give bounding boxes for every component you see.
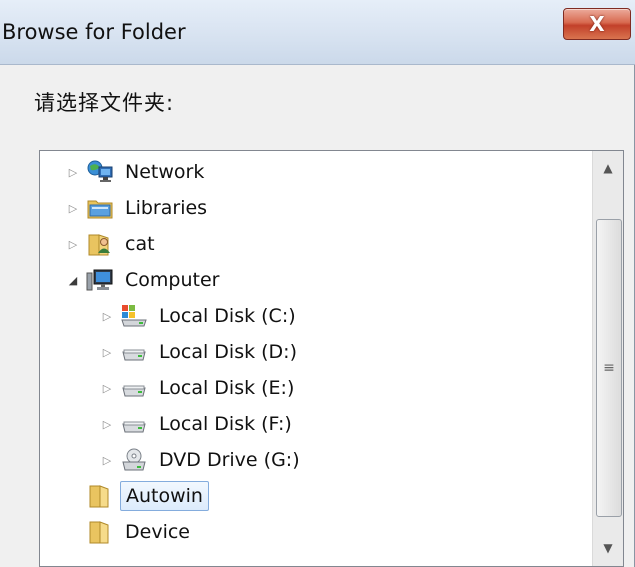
tree-item-label: Network [125, 161, 205, 183]
expand-arrow-icon[interactable]: ▷ [100, 381, 114, 395]
tree-item-device[interactable]: Device [86, 515, 195, 549]
tree-item-computer[interactable]: ◢ Computer [66, 263, 224, 297]
folder-icon [86, 519, 114, 545]
close-button[interactable]: X [563, 8, 631, 40]
scroll-down-arrow-icon[interactable]: ▼ [593, 533, 623, 563]
tree-item-cat[interactable]: ▷ cat [66, 227, 160, 261]
tree-item-label: Libraries [125, 197, 208, 219]
computer-icon [86, 267, 114, 293]
tree-item-dvd-g[interactable]: ▷ DVD Drive (G:) [100, 443, 305, 477]
dvd-drive-icon [120, 447, 148, 473]
tree-item-label: Local Disk (F:) [159, 413, 292, 435]
scrollbar-thumb[interactable]: ≡ [596, 219, 622, 517]
libraries-icon [86, 195, 114, 221]
folder-tree[interactable]: ▷ Network ▷ Libraries ▷ cat ◢ Computer ▷… [39, 150, 624, 567]
title-bar[interactable]: Browse for Folder X [0, 0, 635, 65]
tree-item-disk-e[interactable]: ▷ Local Disk (E:) [100, 371, 299, 405]
vertical-scrollbar[interactable]: ▲ ≡ ▼ [592, 151, 623, 566]
folder-icon [86, 483, 114, 509]
drive-icon [120, 339, 148, 365]
tree-item-label: Local Disk (E:) [159, 377, 295, 399]
tree-item-label: cat [125, 233, 155, 255]
tree-item-label: DVD Drive (G:) [159, 449, 300, 471]
tree-item-label: Computer [125, 269, 220, 291]
window-title: Browse for Folder [2, 20, 186, 44]
tree-item-label: Device [125, 521, 190, 543]
tree-item-disk-f[interactable]: ▷ Local Disk (F:) [100, 407, 297, 441]
tree-item-network[interactable]: ▷ Network [66, 155, 209, 189]
expand-arrow-icon[interactable]: ▷ [100, 309, 114, 323]
expand-arrow-icon[interactable]: ▷ [66, 165, 80, 179]
user-folder-icon [86, 231, 114, 257]
expand-arrow-icon[interactable]: ▷ [100, 453, 114, 467]
drive-icon [120, 411, 148, 437]
collapse-arrow-icon[interactable]: ◢ [66, 273, 80, 287]
tree-item-label: Autowin [120, 481, 209, 511]
expand-arrow-icon[interactable]: ▷ [66, 201, 80, 215]
scroll-grip-icon: ≡ [603, 360, 615, 376]
tree-item-autowin[interactable]: Autowin [86, 479, 209, 513]
drive-icon [120, 375, 148, 401]
system-drive-icon [120, 303, 148, 329]
dialog-body: 请选择文件夹: ▷ Network ▷ Libraries ▷ cat ◢ Co… [0, 65, 635, 567]
tree-item-disk-d[interactable]: ▷ Local Disk (D:) [100, 335, 302, 369]
network-icon [86, 159, 114, 185]
tree-item-libraries[interactable]: ▷ Libraries [66, 191, 212, 225]
prompt-label: 请选择文件夹: [34, 91, 175, 115]
tree-item-label: Local Disk (C:) [159, 305, 296, 327]
scroll-up-arrow-icon[interactable]: ▲ [593, 153, 623, 183]
expand-arrow-icon[interactable]: ▷ [66, 237, 80, 251]
expand-arrow-icon[interactable]: ▷ [100, 345, 114, 359]
expand-arrow-icon[interactable]: ▷ [100, 417, 114, 431]
tree-item-disk-c[interactable]: ▷ Local Disk (C:) [100, 299, 301, 333]
tree-item-label: Local Disk (D:) [159, 341, 297, 363]
